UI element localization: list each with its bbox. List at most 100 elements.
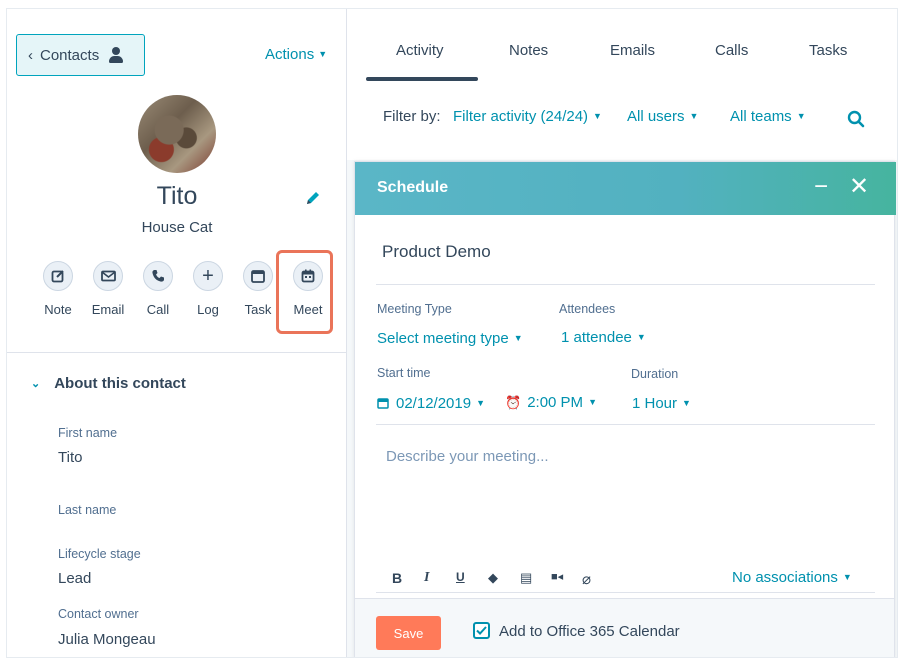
log-action-label: Log	[197, 302, 219, 317]
meeting-type-dropdown[interactable]: Select meeting type ▼	[377, 330, 523, 347]
call-action[interactable]: Call	[133, 261, 183, 317]
minimize-button[interactable]: −	[814, 172, 828, 202]
attachment-icon[interactable]: ⌀	[582, 570, 591, 588]
task-icon	[243, 261, 273, 291]
caret-down-icon: ▼	[842, 572, 852, 582]
caret-down-icon: ▼	[593, 111, 602, 121]
caret-down-icon: ▼	[476, 398, 485, 408]
filter-label: Filter by:	[383, 108, 441, 125]
meeting-description-input[interactable]: Describe your meeting...	[386, 448, 549, 465]
start-date-value: 02/12/2019	[396, 395, 472, 412]
filter-users-dropdown[interactable]: All users ▼	[627, 108, 698, 125]
attendees-value: 1 attendee	[561, 329, 632, 346]
filter-teams-dropdown[interactable]: All teams ▼	[730, 108, 806, 125]
duration-label: Duration	[631, 367, 679, 381]
email-action[interactable]: Email	[83, 261, 133, 317]
calendar-icon	[377, 398, 389, 409]
contact-owner-label: Contact owner	[58, 607, 139, 621]
meeting-type-value: Select meeting type	[377, 330, 509, 347]
chevron-down-icon: ⌄	[31, 378, 41, 390]
about-section-toggle[interactable]: ⌄ About this contact	[31, 375, 186, 392]
activity-panel: Activity Notes Emails Calls Tasks Filter…	[347, 9, 897, 657]
note-icon	[43, 261, 73, 291]
actions-dropdown[interactable]: Actions ▼	[265, 46, 327, 63]
caret-down-icon: ▼	[513, 333, 523, 343]
plus-icon: +	[193, 261, 223, 291]
tab-tasks[interactable]: Tasks	[809, 42, 847, 59]
contact-owner-value[interactable]: Julia Mongeau	[58, 631, 156, 648]
chevron-left-icon: ‹	[28, 46, 33, 64]
first-name-value[interactable]: Tito	[58, 449, 82, 466]
start-time-picker[interactable]: ⏰ 2:00 PM ▼	[505, 394, 597, 411]
log-action[interactable]: + Log	[183, 261, 233, 317]
caret-down-icon: ▼	[682, 398, 691, 408]
caret-down-icon: ▼	[318, 49, 328, 59]
close-button[interactable]: ✕	[849, 172, 869, 202]
eraser-icon[interactable]: ◆	[488, 570, 498, 586]
alarm-clock-icon: ⏰	[505, 395, 522, 410]
edit-pencil-icon[interactable]	[304, 189, 322, 207]
lifecycle-stage-value[interactable]: Lead	[58, 570, 91, 587]
divider	[376, 424, 875, 425]
last-name-label: Last name	[58, 503, 117, 517]
contact-subtitle: House Cat	[141, 219, 213, 236]
associations-label: No associations	[732, 569, 838, 586]
filter-activity-dropdown[interactable]: Filter activity (24/24) ▼	[453, 108, 602, 125]
schedule-title: Schedule	[377, 179, 449, 196]
attendees-dropdown[interactable]: 1 attendee ▼	[561, 329, 646, 346]
divider	[376, 284, 875, 285]
caret-down-icon: ▼	[689, 111, 699, 121]
caret-down-icon: ▼	[796, 111, 806, 121]
start-time-label: Start time	[377, 366, 431, 380]
actions-label: Actions	[265, 46, 315, 63]
start-date-picker[interactable]: 02/12/2019 ▼	[377, 395, 485, 412]
about-heading: About this contact	[54, 375, 186, 392]
start-time-value: 2:00 PM	[527, 394, 584, 411]
video-icon[interactable]: ■◂	[551, 570, 563, 583]
underline-button[interactable]: U	[456, 570, 465, 584]
person-icon	[108, 47, 124, 63]
filter-bar: Filter by: Filter activity (24/24) ▼ All …	[347, 85, 897, 160]
contact-sidebar: ‹ Contacts Actions▼ Tito House Cat Note	[7, 9, 347, 657]
lifecycle-stage-label: Lifecycle stage	[58, 547, 141, 561]
duration-value: 1 Hour	[632, 395, 678, 412]
snippet-icon[interactable]: ▤	[520, 570, 532, 586]
duration-dropdown[interactable]: 1 Hour ▼	[632, 395, 691, 412]
tab-emails[interactable]: Emails	[610, 42, 655, 59]
divider	[376, 592, 875, 593]
email-action-label: Email	[91, 302, 125, 317]
note-action[interactable]: Note	[33, 261, 83, 317]
save-button[interactable]: Save	[376, 616, 441, 650]
active-tab-indicator	[366, 77, 478, 81]
schedule-header: Schedule − ✕	[355, 162, 896, 215]
bold-button[interactable]: B	[392, 570, 402, 586]
filter-teams-label: All teams	[730, 108, 792, 125]
note-action-label: Note	[44, 302, 72, 317]
meeting-title-input[interactable]: Product Demo	[382, 242, 491, 262]
office365-calendar-checkbox[interactable]	[473, 622, 490, 639]
call-icon	[143, 261, 173, 291]
office365-calendar-label: Add to Office 365 Calendar	[499, 623, 680, 640]
email-icon	[93, 261, 123, 291]
italic-button[interactable]: I	[424, 570, 429, 586]
caret-down-icon: ▼	[588, 397, 597, 407]
back-button-label: Contacts	[40, 46, 100, 64]
tab-bar: Activity Notes Emails Calls Tasks	[347, 9, 897, 85]
search-icon[interactable]	[847, 110, 865, 128]
schedule-dialog: Schedule − ✕ Product Demo Meeting Type S…	[354, 161, 896, 657]
meeting-type-label: Meeting Type	[377, 302, 452, 316]
app-frame: ‹ Contacts Actions▼ Tito House Cat Note	[6, 8, 898, 658]
filter-activity-label: Filter activity (24/24)	[453, 108, 589, 125]
tab-activity[interactable]: Activity	[396, 42, 444, 59]
tab-calls[interactable]: Calls	[715, 42, 748, 59]
checkmark-icon	[476, 626, 487, 635]
avatar[interactable]	[138, 95, 216, 173]
schedule-footer: Save Add to Office 365 Calendar	[355, 598, 894, 657]
call-action-label: Call	[146, 302, 170, 317]
about-section: ⌄ About this contact First name Tito Last…	[7, 352, 347, 648]
first-name-label: First name	[58, 426, 118, 440]
tab-notes[interactable]: Notes	[509, 42, 548, 59]
back-to-contacts-button[interactable]: ‹ Contacts	[16, 34, 145, 76]
attendees-label: Attendees	[559, 302, 616, 316]
associations-dropdown[interactable]: No associations ▼	[732, 569, 852, 586]
